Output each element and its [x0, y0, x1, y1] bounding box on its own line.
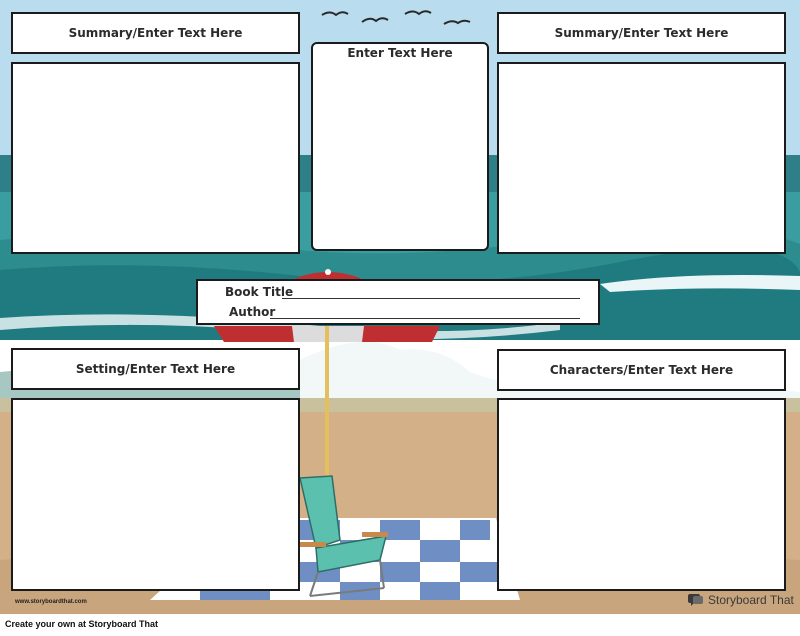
book-title-label: Book Title — [225, 285, 294, 299]
summary-title-left-text: Summary/Enter Text Here — [68, 26, 243, 40]
characters-title[interactable]: Characters/Enter Text Here — [497, 349, 786, 391]
speech-bubble-icon — [688, 594, 703, 606]
author-line[interactable] — [270, 318, 580, 319]
summary-box-right[interactable] — [497, 62, 786, 254]
author-label: Author — [229, 305, 276, 319]
summary-title-left[interactable]: Summary/Enter Text Here — [11, 12, 300, 54]
summary-box-left[interactable] — [11, 62, 300, 254]
center-panel-title: Enter Text Here — [347, 46, 453, 60]
storyboardthat-logo-text: Storyboard That — [708, 593, 794, 607]
setting-title[interactable]: Setting/Enter Text Here — [11, 348, 300, 390]
book-info-box: Book Title Author — [196, 279, 600, 325]
setting-box[interactable] — [11, 398, 300, 591]
setting-title-text: Setting/Enter Text Here — [75, 362, 236, 376]
summary-title-right-text: Summary/Enter Text Here — [554, 26, 729, 40]
worksheet-canvas: Summary/Enter Text Here Enter Text Here … — [0, 0, 800, 614]
characters-box[interactable] — [497, 398, 786, 591]
summary-title-right[interactable]: Summary/Enter Text Here — [497, 12, 786, 54]
book-title-line[interactable] — [282, 298, 580, 299]
center-text-panel[interactable]: Enter Text Here — [311, 42, 489, 251]
storyboardthat-logo: Storyboard That — [688, 592, 794, 608]
characters-title-text: Characters/Enter Text Here — [549, 363, 734, 377]
storyboardthat-watermark: www.storyboardthat.com — [15, 599, 87, 605]
footer-link[interactable]: Create your own at Storyboard That — [5, 619, 158, 629]
